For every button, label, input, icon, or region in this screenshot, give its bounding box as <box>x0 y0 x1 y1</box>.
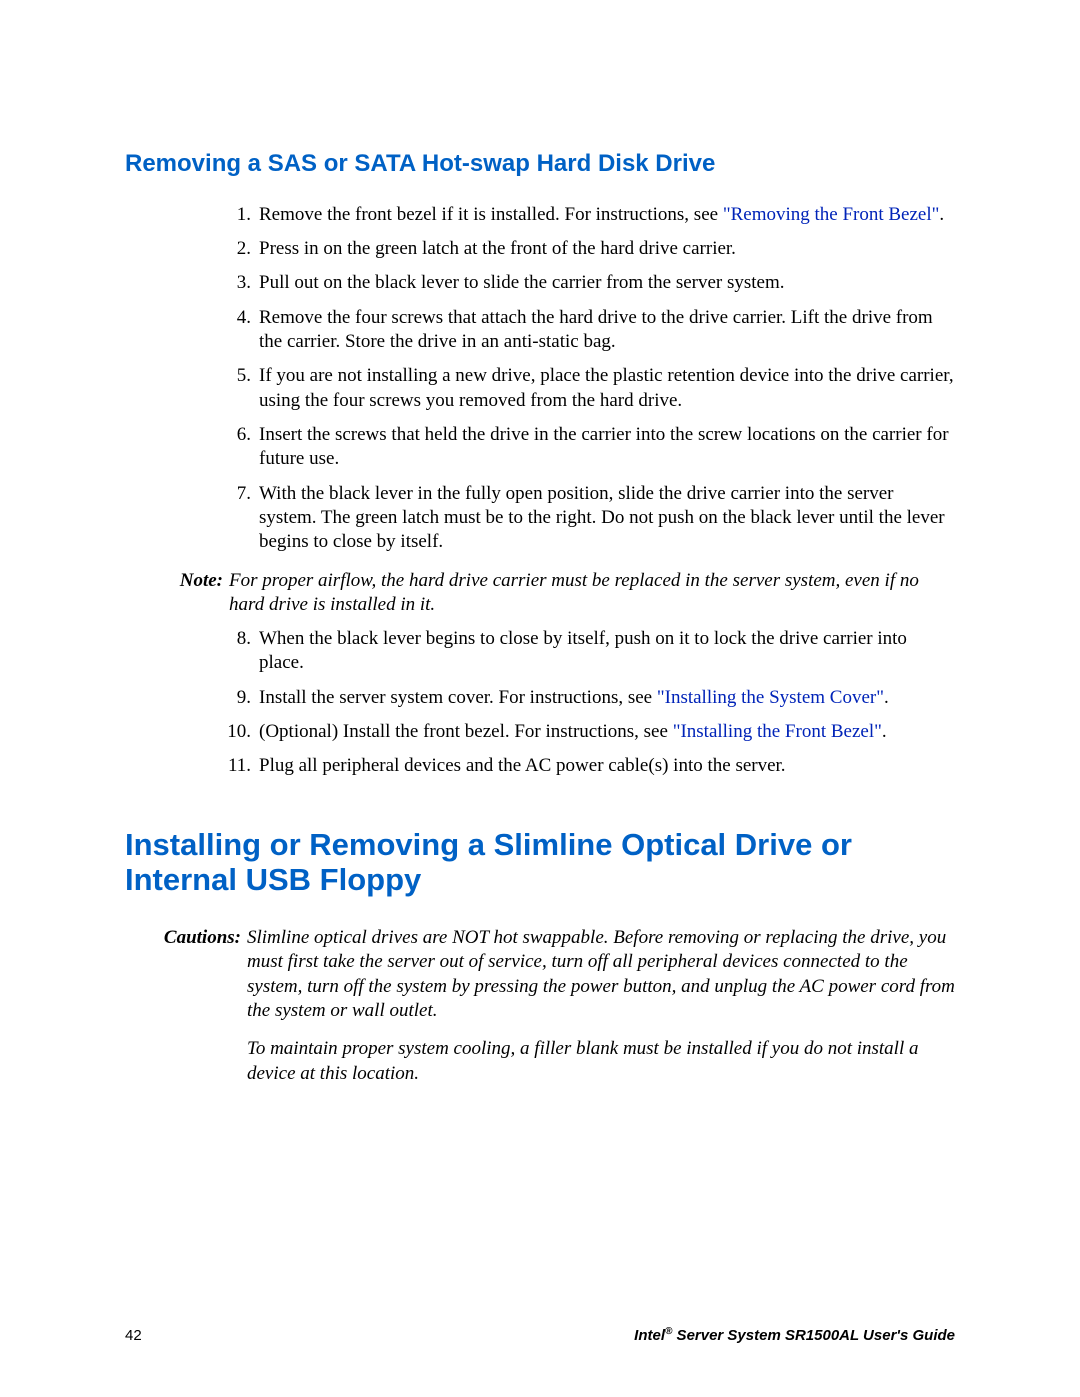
page-number: 42 <box>125 1326 142 1345</box>
list-number: 1. <box>225 203 259 227</box>
guide-name: Server System SR1500AL User's Guide <box>672 1327 955 1344</box>
note-label: Note: <box>159 569 229 618</box>
list-item: 3.Pull out on the black lever to slide t… <box>225 271 955 295</box>
list-text: Remove the front bezel if it is installe… <box>259 203 955 227</box>
cautions-label: Cautions: <box>159 926 247 1100</box>
guide-brand: Intel <box>634 1327 665 1344</box>
list-item: 8.When the black lever begins to close b… <box>225 627 955 676</box>
list-text-post: . <box>939 204 944 225</box>
list-text: Press in on the green latch at the front… <box>259 237 955 261</box>
list-text: Pull out on the black lever to slide the… <box>259 271 955 295</box>
note-block: Note: For proper airflow, the hard drive… <box>159 569 955 618</box>
list-item: 4.Remove the four screws that attach the… <box>225 306 955 355</box>
cautions-paragraph: Slimline optical drives are NOT hot swap… <box>247 926 955 1023</box>
list-number: 8. <box>225 627 259 676</box>
list-number: 9. <box>225 686 259 710</box>
list-number: 3. <box>225 271 259 295</box>
list-text: When the black lever begins to close by … <box>259 627 955 676</box>
list-number: 10. <box>225 720 259 744</box>
section-heading-removing-drive: Removing a SAS or SATA Hot-swap Hard Dis… <box>125 150 955 179</box>
list-number: 4. <box>225 306 259 355</box>
list-text-pre: Remove the front bezel if it is installe… <box>259 204 723 225</box>
list-number: 5. <box>225 364 259 413</box>
list-text: Install the server system cover. For ins… <box>259 686 955 710</box>
list-number: 7. <box>225 482 259 555</box>
list-number: 6. <box>225 423 259 472</box>
cross-reference-link[interactable]: "Removing the Front Bezel" <box>723 204 940 225</box>
list-number: 2. <box>225 237 259 261</box>
list-item: 10.(Optional) Install the front bezel. F… <box>225 720 955 744</box>
list-number: 11. <box>225 754 259 778</box>
list-item: 1.Remove the front bezel if it is instal… <box>225 203 955 227</box>
cautions-paragraph: To maintain proper system cooling, a fil… <box>247 1037 955 1086</box>
list-text: Plug all peripheral devices and the AC p… <box>259 754 955 778</box>
list-text: With the black lever in the fully open p… <box>259 482 955 555</box>
list-item: 6.Insert the screws that held the drive … <box>225 423 955 472</box>
ordered-list-b: 8.When the black lever begins to close b… <box>225 627 955 779</box>
ordered-list-a: 1.Remove the front bezel if it is instal… <box>225 203 955 555</box>
cross-reference-link[interactable]: "Installing the System Cover" <box>657 687 884 708</box>
note-body: For proper airflow, the hard drive carri… <box>229 569 955 618</box>
list-item: 9.Install the server system cover. For i… <box>225 686 955 710</box>
list-item: 5.If you are not installing a new drive,… <box>225 364 955 413</box>
list-text: If you are not installing a new drive, p… <box>259 364 955 413</box>
list-text-post: . <box>884 687 889 708</box>
list-text: (Optional) Install the front bezel. For … <box>259 720 955 744</box>
cautions-block: Cautions: Slimline optical drives are NO… <box>159 926 955 1100</box>
cautions-body: Slimline optical drives are NOT hot swap… <box>247 926 955 1100</box>
cross-reference-link[interactable]: "Installing the Front Bezel" <box>673 721 882 742</box>
page-footer: 42 Intel® Server System SR1500AL User's … <box>125 1326 955 1345</box>
list-text: Insert the screws that held the drive in… <box>259 423 955 472</box>
list-item: 7.With the black lever in the fully open… <box>225 482 955 555</box>
list-text-post: . <box>882 721 887 742</box>
list-item: 11.Plug all peripheral devices and the A… <box>225 754 955 778</box>
list-text-pre: (Optional) Install the front bezel. For … <box>259 721 673 742</box>
list-item: 2.Press in on the green latch at the fro… <box>225 237 955 261</box>
guide-title: Intel® Server System SR1500AL User's Gui… <box>634 1326 955 1345</box>
list-text: Remove the four screws that attach the h… <box>259 306 955 355</box>
chapter-heading-slimline-optical: Installing or Removing a Slimline Optica… <box>125 827 955 898</box>
list-text-pre: Install the server system cover. For ins… <box>259 687 657 708</box>
